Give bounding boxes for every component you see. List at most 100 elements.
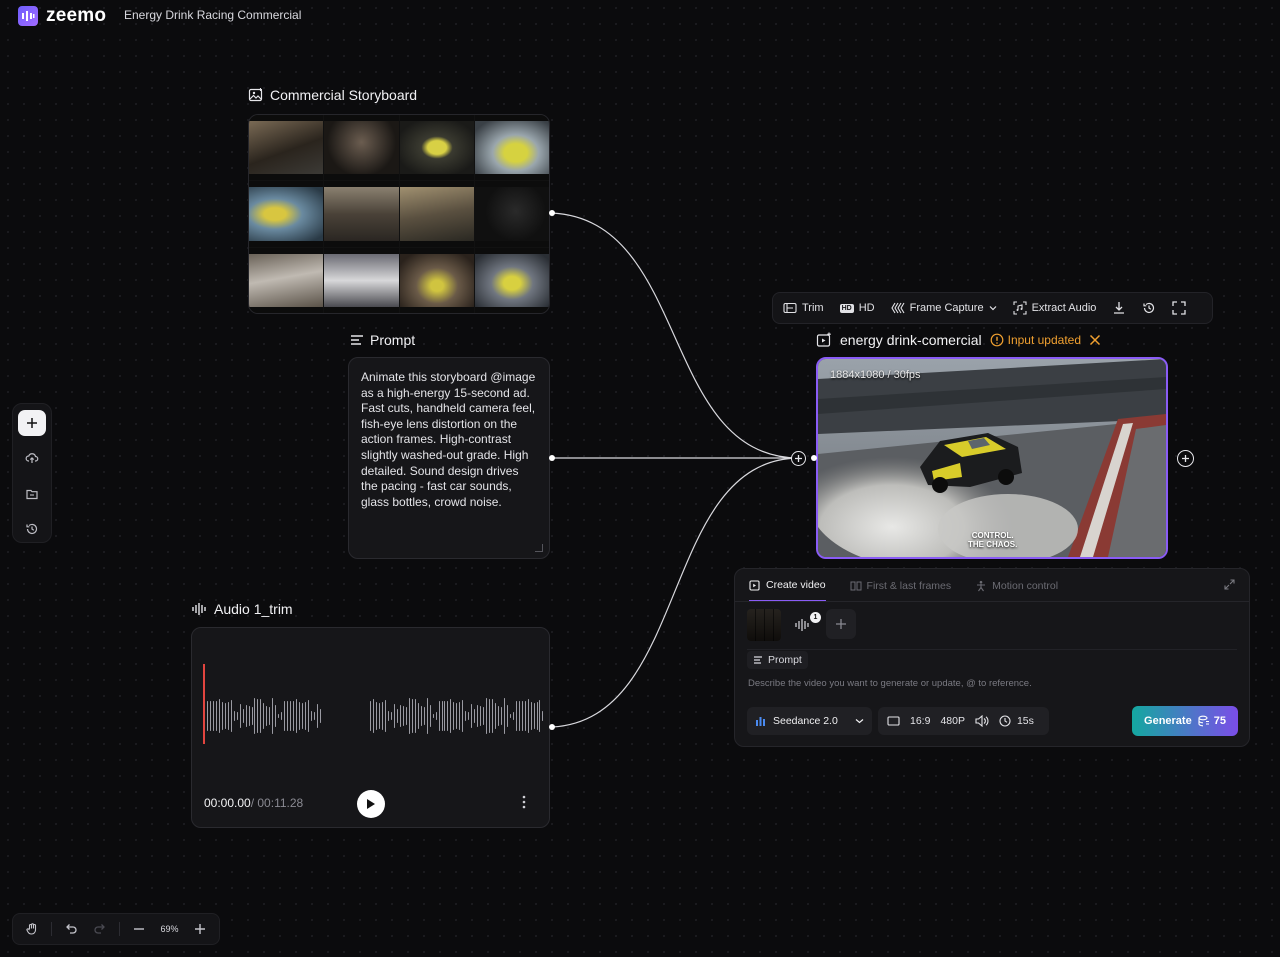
video-node-title[interactable]: energy drink-comercial Input updated (816, 332, 1101, 348)
waveform-bar (426, 698, 428, 734)
resize-handle[interactable] (535, 544, 543, 552)
prompt-input[interactable]: Describe the video you want to generate … (748, 678, 1032, 689)
waveform-bar (254, 698, 256, 734)
waveform-bar (263, 703, 265, 729)
fullscreen-icon (1172, 301, 1187, 315)
prompt-text-area[interactable]: Animate this storyboard @image as a high… (348, 357, 550, 559)
video-settings-button[interactable]: 16:9 480P 15s (878, 707, 1049, 735)
storyboard-image[interactable] (248, 114, 550, 314)
waveform-bar (450, 699, 452, 733)
waveform-bar (411, 699, 413, 733)
waveform-bar (474, 709, 476, 723)
storyboard-node-title[interactable]: Commercial Storyboard (248, 87, 417, 103)
waveform-bar (530, 702, 532, 730)
person-motion-icon (977, 580, 986, 592)
waveform-bar (307, 700, 309, 732)
zoom-out-button[interactable] (126, 917, 152, 941)
play-button[interactable] (357, 790, 385, 818)
video-input-port[interactable] (791, 451, 806, 466)
storyboard-title: Commercial Storyboard (270, 87, 418, 103)
waveform-bar (287, 701, 289, 731)
waveform-bar (423, 707, 425, 725)
add-reference-button[interactable] (826, 609, 856, 639)
model-select[interactable]: Seedance 2.0 (747, 707, 872, 735)
waveform-bar (215, 701, 217, 731)
video-resolution: 1884x1080 / 30fps (830, 369, 921, 381)
fullscreen-button[interactable] (1172, 301, 1187, 315)
frame-capture-button[interactable]: Frame Capture (890, 302, 997, 314)
total-duration: / 00:11.28 (250, 796, 304, 810)
video-output-add-button[interactable] (1177, 450, 1194, 467)
waveform-bar (432, 714, 434, 718)
waveform-bar (405, 707, 407, 725)
chevron-down-icon (989, 306, 997, 311)
aspect-ratio-value: 16:9 (910, 715, 931, 727)
tab-motion-control[interactable]: Motion control (975, 579, 1058, 602)
waveform-bar (441, 701, 443, 731)
pan-hand-button[interactable] (19, 917, 45, 941)
waveform-bar (382, 702, 384, 730)
waveform-bar (491, 699, 493, 733)
assets-folder-button[interactable] (18, 481, 46, 507)
hd-button[interactable]: HD HD (839, 302, 875, 314)
audio-node-title[interactable]: Audio 1_trim (192, 601, 293, 617)
expand-panel-button[interactable] (1224, 579, 1235, 590)
waveform-bar (500, 707, 502, 725)
prompt-text: Animate this storyboard @image as a high… (361, 370, 536, 509)
history-button[interactable] (18, 517, 46, 543)
duration-value: 15s (1016, 715, 1034, 727)
upload-button[interactable] (18, 446, 46, 472)
storyboard-frame (249, 115, 324, 181)
tab-first-last-frames[interactable]: First & last frames (850, 579, 951, 602)
tab-create-video[interactable]: Create video (749, 579, 826, 602)
generate-button[interactable]: Generate 75 (1132, 706, 1238, 736)
extract-audio-button[interactable]: Extract Audio (1013, 301, 1096, 315)
storyboard-output-port[interactable] (549, 210, 555, 216)
audio-waveform[interactable] (204, 684, 544, 748)
more-options-button[interactable] (522, 795, 528, 809)
audio-output-port[interactable] (549, 724, 555, 730)
audio-player: 00:00.00/ 00:11.28 (191, 627, 550, 828)
waveform-bar (278, 714, 280, 718)
waveform-bar (521, 701, 523, 731)
folder-icon (26, 489, 38, 499)
project-title[interactable]: Energy Drink Racing Commercial (124, 8, 301, 22)
waveform-bar (515, 701, 517, 731)
add-node-button[interactable] (18, 410, 46, 436)
waveform-bar (438, 701, 440, 731)
storyboard-frame (474, 115, 549, 181)
version-history-button[interactable] (1142, 301, 1156, 315)
zoom-in-button[interactable] (187, 917, 213, 941)
storyboard-frame (324, 247, 399, 313)
waveform-bar (209, 701, 211, 731)
waveform-bar (435, 712, 437, 720)
undo-button[interactable] (58, 917, 84, 941)
dismiss-status-button[interactable] (1089, 334, 1101, 346)
prompt-reference-chip[interactable]: Prompt (747, 651, 808, 669)
waveform-bar (248, 706, 250, 726)
logo-text: zeemo (46, 5, 107, 26)
frames-icon (850, 581, 862, 591)
waveform-bar (402, 706, 404, 726)
trim-button[interactable]: Trim (783, 302, 824, 314)
redo-button[interactable] (87, 917, 113, 941)
caption-line-2: THE CHAOS. (968, 540, 1018, 549)
logo-mark-icon (18, 6, 38, 26)
download-button[interactable] (1112, 301, 1126, 315)
plus-icon (836, 619, 846, 629)
video-toolbar: Trim HD HD Frame Capture Extract Audio (772, 292, 1213, 324)
prompt-output-port[interactable] (549, 455, 555, 461)
reference-image-thumbnail[interactable] (747, 609, 781, 641)
frames-icon (890, 302, 905, 314)
waveform-bar (242, 709, 244, 723)
playhead[interactable] (203, 664, 205, 744)
zoom-level[interactable]: 69% (156, 924, 184, 934)
left-tool-rail (12, 403, 52, 543)
prompt-node-title[interactable]: Prompt (350, 332, 415, 348)
generation-panel: Create video First & last frames Motion … (734, 568, 1250, 747)
more-vertical-icon (522, 795, 526, 809)
video-preview[interactable]: 1884x1080 / 30fps CONTROL. THE CHAOS. (816, 357, 1168, 559)
app-logo[interactable]: zeemo (18, 5, 106, 27)
canvas-toolbar: 69% (12, 913, 220, 945)
waveform-bar (310, 711, 312, 721)
